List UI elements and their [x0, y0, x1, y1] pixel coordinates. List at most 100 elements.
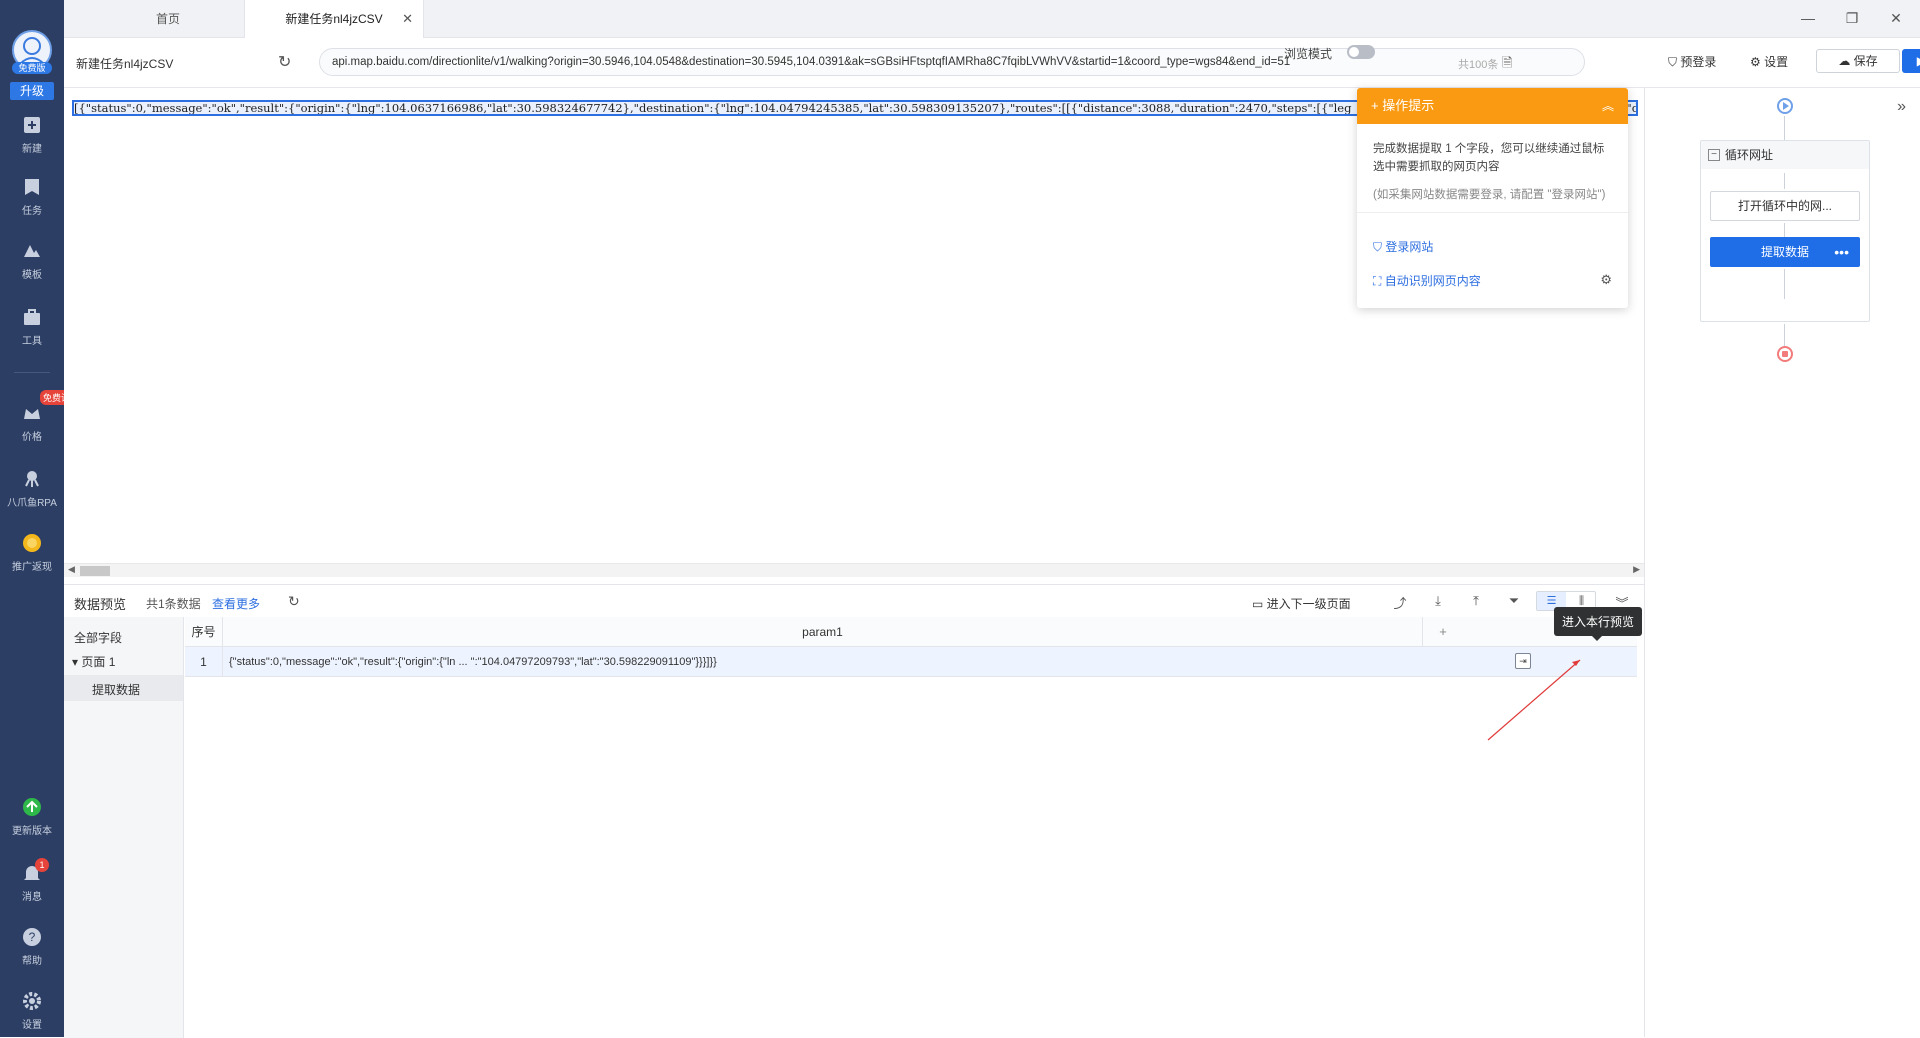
- extract-data-tree-item[interactable]: 提取数据: [92, 681, 140, 698]
- sidebar-item-tools[interactable]: 工具: [0, 306, 64, 347]
- tab-new-task[interactable]: 新建任务nl4jzCSV ✕: [244, 0, 424, 38]
- auto-detect-link[interactable]: ⛶ 自动识别网页内容: [1373, 272, 1481, 289]
- more-icon[interactable]: •••: [1834, 238, 1849, 266]
- cloud-icon: ☁: [1838, 54, 1854, 68]
- download-icon[interactable]: ⤓: [1430, 593, 1446, 609]
- preview-login-label: 预登录: [1680, 55, 1717, 69]
- horizontal-scrollbar[interactable]: ◀ ▶: [64, 563, 1644, 577]
- caret-down-icon[interactable]: ▾: [72, 655, 81, 669]
- auto-detect-label: 自动识别网页内容: [1384, 274, 1481, 288]
- data-preview-panel: 数据预览 共1条数据 查看更多 ↻ ▭ 进入下一级页面 ⤴ ⤓ ⤒ ⏷ ☰ ⫼ …: [64, 584, 1644, 1038]
- open-loop-url-node[interactable]: 打开循环中的网...: [1710, 191, 1860, 221]
- document-icon[interactable]: 🗎: [1502, 54, 1512, 76]
- table-row[interactable]: 1 {"status":0,"message":"ok","result":{"…: [185, 647, 1637, 677]
- left-sidebar: 免费版 升级 新建 任务 模板 工具 免费试用 价格 八爪鱼RPA 推广返现 更…: [0, 0, 83, 1037]
- sidebar-item-rpa[interactable]: 八爪鱼RPA: [0, 468, 64, 509]
- node-label: 打开循环中的网...: [1737, 199, 1832, 213]
- flow-connector: [1784, 173, 1785, 189]
- sidebar-item-templates[interactable]: 模板: [0, 240, 64, 281]
- tip-title: 操作提示: [1382, 98, 1435, 113]
- add-column-icon[interactable]: +: [1433, 617, 1453, 647]
- table-header: 序号 param1 +: [185, 617, 1637, 647]
- play-start-icon[interactable]: [1777, 98, 1793, 114]
- flow-connector: [1784, 116, 1785, 140]
- settings-label: 设置: [1764, 55, 1789, 69]
- url-bar[interactable]: api.map.baidu.com/directionlite/v1/walki…: [319, 48, 1585, 76]
- extract-data-node[interactable]: 提取数据 •••: [1710, 237, 1860, 267]
- window-close-icon[interactable]: ✕: [1886, 8, 1906, 28]
- login-site-label: 登录网站: [1385, 240, 1434, 254]
- url-text[interactable]: api.map.baidu.com/directionlite/v1/walki…: [332, 56, 1432, 68]
- browse-mode-toggle[interactable]: [1347, 45, 1375, 59]
- sidebar-item-referral[interactable]: 推广返现: [0, 532, 64, 573]
- tab-label: 新建任务nl4jzCSV: [285, 12, 383, 26]
- column-param1-header[interactable]: param1: [223, 617, 1423, 647]
- sidebar-item-update[interactable]: 更新版本: [0, 796, 64, 837]
- export-icon[interactable]: ⤴: [1392, 593, 1408, 612]
- next-level-label: 进入下一级页面: [1266, 597, 1351, 611]
- next-level-page-button[interactable]: ▭ 进入下一级页面: [1252, 595, 1351, 612]
- svg-text:?: ?: [29, 930, 36, 944]
- sidebar-item-pricing[interactable]: 价格: [0, 402, 64, 443]
- workflow-panel: » 循环网址 − 打开循环中的网... 提取数据 •••: [1644, 88, 1920, 1037]
- scroll-left-icon[interactable]: ◀: [68, 564, 75, 575]
- chevron-up-icon[interactable]: ︽: [1602, 88, 1614, 124]
- settings-button[interactable]: ⚙ 设置: [1750, 53, 1788, 70]
- scan-icon: ⛶: [1373, 274, 1385, 288]
- template-icon: [24, 245, 40, 257]
- restore-icon[interactable]: ❐: [1842, 8, 1862, 28]
- help-icon: ?: [23, 928, 41, 946]
- browse-mode-label: 浏览模式: [1284, 47, 1333, 61]
- sidebar-item-label: 新建: [22, 144, 42, 155]
- tip-header[interactable]: + 操作提示 ︽: [1357, 88, 1628, 124]
- upgrade-button[interactable]: 升级: [10, 82, 54, 100]
- bookmark-icon: [25, 179, 39, 195]
- loop-title[interactable]: 循环网址: [1701, 141, 1869, 169]
- tab-home[interactable]: 首页: [88, 0, 248, 38]
- save-label: 保存: [1853, 54, 1878, 68]
- collect-button[interactable]: ▶ 采集: [1902, 49, 1920, 73]
- gear-icon[interactable]: ⚙: [1600, 272, 1612, 288]
- row-param1[interactable]: {"status":0,"message":"ok","result":{"or…: [229, 647, 1409, 677]
- filter-icon[interactable]: ⏷: [1506, 593, 1522, 609]
- login-site-link[interactable]: ⛉ 登录网站: [1373, 238, 1433, 255]
- loop-url-block[interactable]: 循环网址 − 打开循环中的网... 提取数据 •••: [1700, 140, 1870, 322]
- preview-login-button[interactable]: ⛉ 预登录: [1668, 53, 1716, 70]
- page-1-node[interactable]: ▾ 页面 1: [72, 653, 115, 670]
- scroll-thumb[interactable]: [80, 566, 110, 576]
- save-button[interactable]: ☁ 保存: [1816, 49, 1900, 73]
- sidebar-item-label: 工具: [22, 336, 42, 347]
- plan-badge: 免费版: [12, 62, 52, 74]
- collapse-minus-icon[interactable]: −: [1708, 149, 1720, 161]
- view-more-link[interactable]: 查看更多: [212, 595, 260, 612]
- tip-body: 完成数据提取 1 个字段，您可以继续通过鼠标选中需要抓取的网页内容 (如采集网站…: [1357, 124, 1628, 213]
- sidebar-item-help[interactable]: ? 帮助: [0, 926, 64, 967]
- minimize-icon[interactable]: —: [1798, 8, 1818, 28]
- sidebar-item-label: 八爪鱼RPA: [7, 498, 57, 509]
- stop-end-icon[interactable]: [1777, 346, 1793, 362]
- sidebar-item-label: 任务: [22, 206, 42, 217]
- operation-tip-panel: + 操作提示 ︽ 完成数据提取 1 个字段，您可以继续通过鼠标选中需要抓取的网页…: [1357, 88, 1628, 308]
- sidebar-item-label: 价格: [22, 432, 42, 443]
- preview-header: 数据预览 共1条数据 查看更多 ↻ ▭ 进入下一级页面 ⤴ ⤓ ⤒ ⏷ ☰ ⫼ …: [64, 585, 1644, 617]
- all-fields-label[interactable]: 全部字段: [74, 629, 122, 646]
- tip-note: (如采集网站数据需要登录, 请配置 "登录网站"): [1373, 189, 1606, 201]
- update-icon: [23, 798, 41, 816]
- close-icon[interactable]: ✕: [402, 0, 413, 38]
- refresh-icon[interactable]: ↻: [288, 593, 300, 610]
- sidebar-item-settings[interactable]: 设置: [0, 990, 64, 1031]
- sidebar-divider: [14, 372, 50, 373]
- sidebar-item-tasks[interactable]: 任务: [0, 176, 64, 217]
- row-preview-tooltip: 进入本行预览: [1554, 607, 1643, 641]
- refresh-icon[interactable]: ↻: [278, 52, 291, 72]
- field-tree: 全部字段 ▾ 页面 1 提取数据: [64, 617, 184, 1038]
- scroll-right-icon[interactable]: ▶: [1633, 564, 1640, 575]
- double-chevron-right-icon[interactable]: »: [1897, 98, 1906, 116]
- sidebar-item-messages[interactable]: 消息: [0, 862, 64, 903]
- upload-icon[interactable]: ⤒: [1468, 593, 1484, 609]
- tab-label: 首页: [155, 12, 180, 26]
- octopus-icon: [25, 471, 39, 487]
- toolbox-icon: [24, 309, 40, 325]
- sidebar-item-new[interactable]: 新建: [0, 114, 64, 155]
- page-label: 页面 1: [81, 655, 116, 669]
